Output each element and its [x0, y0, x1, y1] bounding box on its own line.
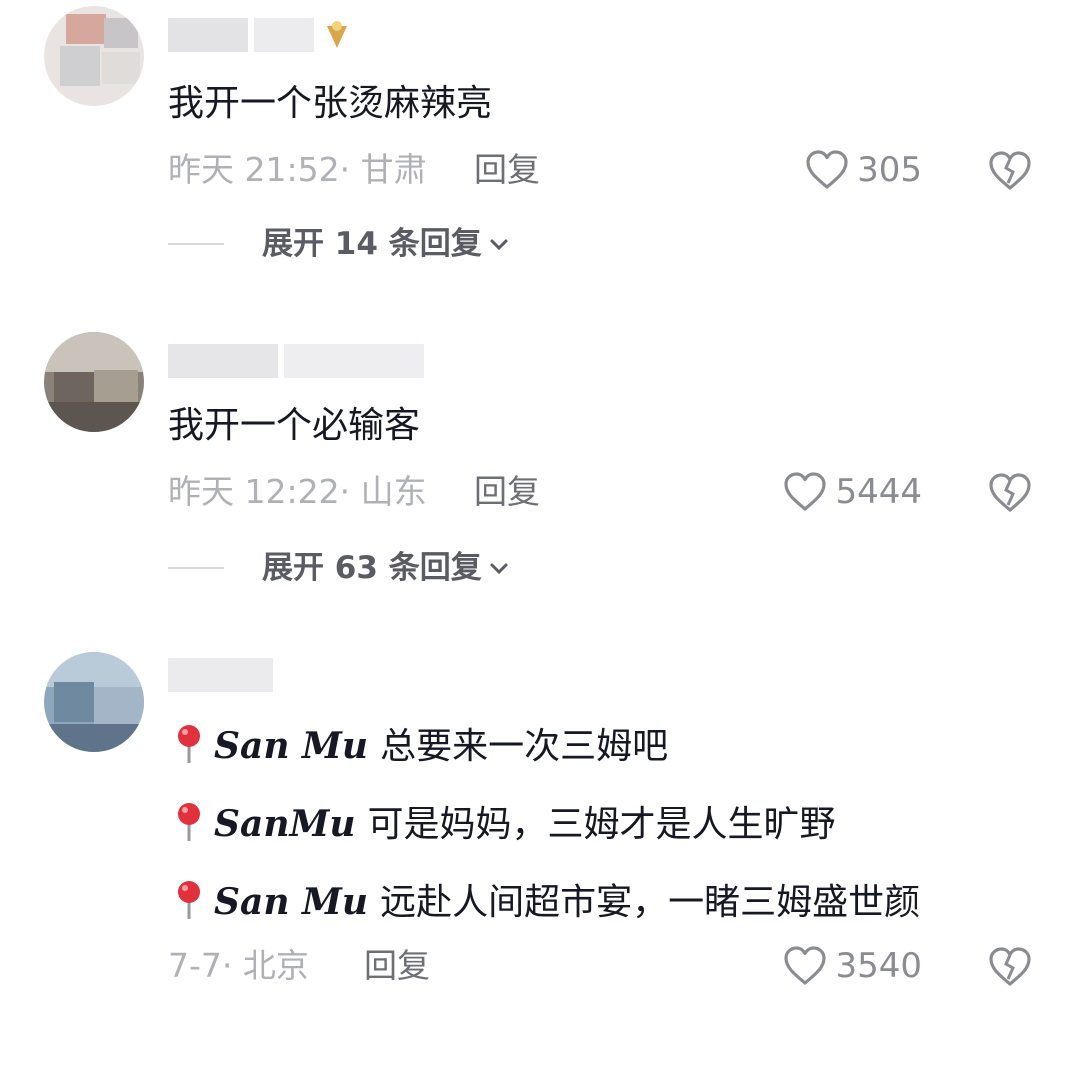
username-blurred[interactable] — [168, 658, 278, 692]
brand-name: San Mu — [214, 881, 369, 923]
reply-button[interactable]: 回复 — [474, 150, 540, 190]
like-button[interactable]: 5444 — [783, 472, 922, 512]
badge-icon — [327, 21, 347, 48]
comment-meta: 7-7· 北京 — [168, 946, 309, 985]
broken-heart-icon[interactable] — [988, 946, 1032, 988]
expand-replies-button[interactable]: 展开 63 条回复 — [168, 548, 510, 588]
comment-text: 我开一个张烫麻辣亮 — [168, 83, 493, 124]
like-button[interactable]: 305 — [805, 150, 922, 190]
username-blurred[interactable] — [168, 344, 428, 378]
avatar[interactable] — [44, 652, 144, 752]
like-count: 5444 — [835, 472, 922, 512]
expand-replies-label: 展开 14 条回复 — [262, 226, 482, 262]
expand-replies-button[interactable]: 展开 14 条回复 — [168, 224, 510, 264]
brand-name: San Mu — [214, 725, 369, 767]
like-count: 3540 — [835, 946, 922, 986]
comment-meta: 昨天 12:22· 山东 — [168, 472, 427, 511]
heart-outline-icon — [784, 472, 827, 511]
broken-heart-icon[interactable] — [988, 150, 1032, 192]
divider — [168, 243, 224, 245]
comment-3: San Mu 总要来一次三姆吧 SanMu 可是妈妈，三姆才是人生旷野 San Mu… — [0, 640, 1080, 1080]
reply-button[interactable]: 回复 — [364, 946, 430, 986]
round-pushpin-icon — [178, 881, 200, 919]
avatar[interactable] — [44, 6, 144, 106]
heart-outline-icon — [806, 150, 848, 189]
comment-text-line-1: San Mu 总要来一次三姆吧 — [176, 724, 668, 769]
comment-text-line-3: San Mu 远赴人间超市宴，一睹三姆盛世颜 — [176, 880, 920, 925]
comment-text-line-2: SanMu 可是妈妈，三姆才是人生旷野 — [176, 802, 836, 847]
divider — [168, 567, 224, 569]
like-count: 305 — [857, 150, 922, 190]
brand-name: SanMu — [214, 803, 356, 845]
comment-2: 我开一个必输客 昨天 12:22· 山东 回复 5444 展开 63 条回复 — [0, 310, 1080, 610]
expand-replies-label: 展开 63 条回复 — [262, 550, 482, 586]
chevron-down-icon — [490, 239, 508, 251]
line-text: 远赴人间超市宴，一睹三姆盛世颜 — [380, 882, 921, 923]
comment-1: 我开一个张烫麻辣亮 昨天 21:52· 甘肃 回复 305 展开 14 条回复 — [0, 0, 1080, 300]
reply-button[interactable]: 回复 — [474, 472, 540, 512]
username-blurred[interactable] — [168, 18, 358, 52]
like-button[interactable]: 3540 — [783, 946, 922, 986]
line-text: 总要来一次三姆吧 — [380, 726, 669, 767]
comment-meta: 昨天 21:52· 甘肃 — [168, 150, 427, 189]
broken-heart-icon[interactable] — [988, 472, 1032, 514]
comment-text: 我开一个必输客 — [168, 405, 421, 446]
round-pushpin-icon — [178, 803, 200, 841]
line-text: 可是妈妈，三姆才是人生旷野 — [367, 804, 836, 845]
heart-outline-icon — [784, 946, 827, 985]
avatar[interactable] — [44, 332, 144, 432]
chevron-down-icon — [490, 563, 508, 575]
round-pushpin-icon — [178, 725, 200, 763]
